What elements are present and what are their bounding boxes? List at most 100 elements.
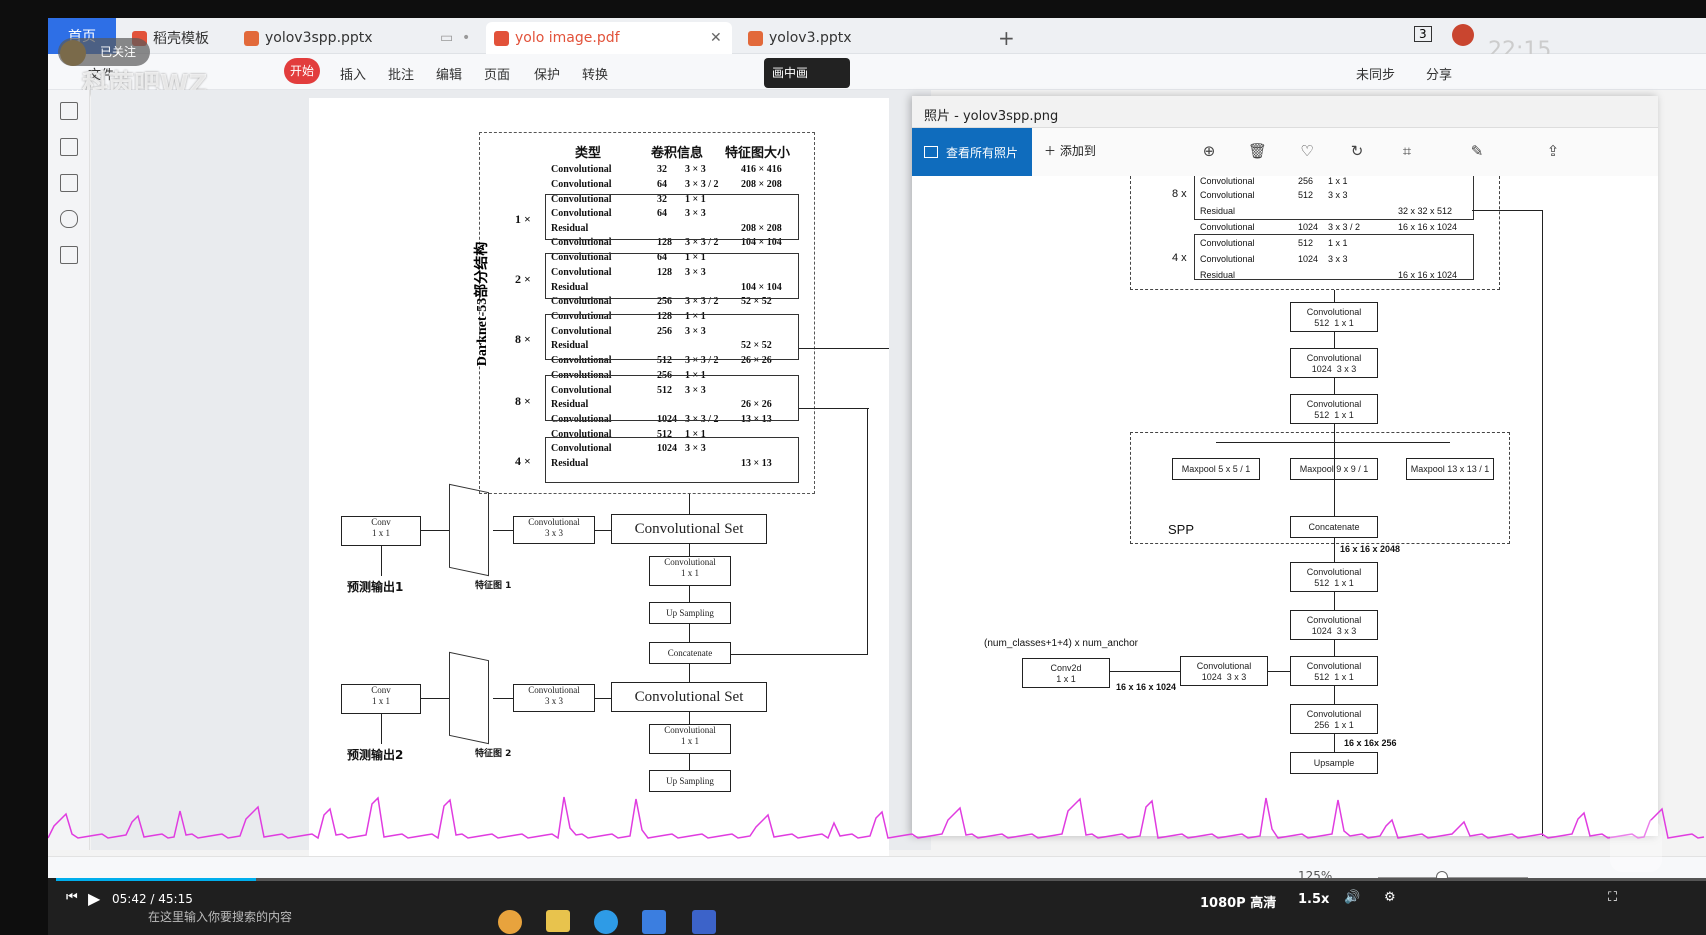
connector — [689, 544, 690, 556]
close-tab-icon[interactable]: ✕ — [710, 30, 722, 46]
route-line — [1472, 210, 1542, 211]
spp-c1: Convolutional 512 1 x 1 — [1290, 302, 1378, 332]
spp-group-box — [1194, 176, 1474, 220]
convset-1: Convolutional Set — [611, 514, 767, 544]
photo-icon — [924, 146, 938, 158]
connector — [381, 714, 382, 744]
connector — [493, 530, 513, 531]
connector — [1334, 332, 1335, 348]
pdf-icon — [494, 30, 509, 46]
dim-2048: 16 x 16 x 2048 — [1340, 544, 1401, 554]
add-to-button[interactable]: ＋ 添加到 — [1044, 142, 1096, 159]
darknet-cell: 208 × 208 — [741, 178, 782, 190]
taskbar-search[interactable]: 在这里输入你要搜索的内容 — [148, 908, 292, 925]
bilibili-icon[interactable] — [1610, 820, 1662, 872]
delete-icon[interactable]: 🗑 — [1248, 142, 1267, 160]
connector — [595, 530, 611, 531]
convout-2: Conv 1 x 1 — [341, 684, 421, 714]
darknet-row: Convolutional 64 3 × 3 / 2 208 × 208 — [545, 179, 797, 193]
feat-1: 特征图 1 — [475, 581, 512, 591]
chrome-icon[interactable] — [498, 910, 522, 934]
tab-yolov3spp[interactable]: yolov3spp.pptx ▭ • — [244, 22, 480, 54]
spp-cell: 1024 — [1298, 222, 1319, 232]
photos-app-icon[interactable] — [642, 910, 666, 934]
photos-toolbar: 查看所有照片 ＋ 添加到 ⊕ 🗑 ♡ ↻ ⌗ ✎ ⇪ — [912, 128, 1658, 176]
user-avatar-icon[interactable] — [1452, 24, 1474, 46]
residual-group-box — [545, 314, 799, 360]
route-line — [799, 408, 869, 409]
toolbar: 文件 开始 插入 批注 编辑 页面 保护 转换 未同步 分享 画中画 科芮吧WZ — [48, 54, 1706, 100]
menu-page[interactable]: 页面 — [484, 64, 510, 83]
attachment-icon[interactable] — [60, 210, 78, 228]
conv11-1: Convolutional 1 x 1 — [649, 556, 731, 586]
dot-icon: • — [462, 30, 471, 46]
sync-status[interactable]: 未同步 — [1356, 64, 1395, 83]
connector — [1110, 671, 1180, 672]
crop-icon[interactable]: ⌗ — [1398, 142, 1416, 160]
bookmark-icon[interactable] — [60, 102, 78, 120]
mult-1: 1 × — [515, 212, 531, 226]
connector — [1334, 424, 1335, 516]
volume-icon[interactable]: 🔊 — [1344, 890, 1360, 905]
quality-button[interactable]: 1080P 高清 — [1200, 892, 1276, 911]
menu-annotate[interactable]: 批注 — [388, 64, 414, 83]
spp-cell: 16 x 16 x 1024 — [1398, 222, 1458, 232]
settings-icon[interactable]: ⚙ — [1384, 890, 1396, 905]
view-all-photos-button[interactable]: 查看所有照片 — [912, 128, 1032, 176]
image-icon[interactable] — [60, 138, 78, 156]
mult-4: 8 × — [515, 394, 531, 408]
spp-cell: 3 x 3 / 2 — [1328, 222, 1361, 232]
folder-icon[interactable] — [546, 910, 570, 932]
spp-group-box — [1194, 234, 1474, 280]
spp-label: SPP — [1168, 522, 1195, 537]
tab-yolo-image[interactable]: yolo image.pdf ✕ — [486, 22, 732, 54]
wps-icon[interactable] — [692, 910, 716, 934]
left-sidebar — [48, 90, 90, 850]
convset-2: Convolutional Set — [611, 682, 767, 712]
fullscreen-icon[interactable]: ⛶ — [1608, 890, 1617, 905]
darknet-side-title: Darknet-53部分结构 — [475, 241, 491, 367]
residual-group-box — [545, 194, 799, 240]
heart-icon[interactable]: ♡ — [1298, 142, 1316, 160]
edge-icon[interactable] — [594, 910, 618, 934]
rotate-icon[interactable]: ↻ — [1348, 142, 1366, 160]
share-button[interactable]: 分享 — [1426, 64, 1452, 83]
monitor-icon: ▭ — [440, 30, 454, 46]
feature-map-2-block — [449, 651, 489, 745]
connector — [689, 712, 690, 724]
darknet-cell: 3 × 3 — [685, 164, 706, 175]
connector — [689, 664, 690, 682]
menu-protect[interactable]: 保护 — [534, 64, 560, 83]
edit-icon[interactable]: ✎ — [1468, 142, 1486, 160]
pred-1: 预测输出1 — [347, 580, 404, 594]
connector — [1268, 671, 1290, 672]
prev-icon[interactable]: ⏮ — [66, 890, 78, 905]
spp-concat: Concatenate — [1290, 516, 1378, 538]
signature-icon[interactable] — [60, 246, 78, 264]
connector — [1334, 538, 1335, 562]
progress-fill — [56, 878, 256, 881]
route-line — [867, 408, 868, 654]
photo-canvas: Convolutional 256 1 x 1 Convolutional 512 3 x… — [912, 176, 1658, 836]
comment-icon[interactable] — [60, 174, 78, 192]
menu-insert[interactable]: 插入 — [340, 64, 366, 83]
tab-docer-label: 稻壳模板 — [153, 31, 209, 47]
play-icon[interactable]: ▶ — [88, 889, 100, 908]
progress-bar[interactable] — [56, 878, 1706, 881]
speed-button[interactable]: 1.5x — [1298, 892, 1329, 907]
connector — [689, 586, 690, 602]
menu-convert[interactable]: 转换 — [582, 64, 608, 83]
new-tab-button[interactable]: + — [998, 22, 1015, 54]
start-button[interactable]: 开始 — [284, 58, 320, 84]
uploader-avatar — [60, 40, 86, 66]
tab-yolov3[interactable]: yolov3.pptx — [748, 22, 978, 54]
pip-button[interactable]: 画中画 — [764, 58, 850, 88]
connector — [689, 624, 690, 642]
residual-group-box — [545, 437, 799, 483]
photos-window: 照片 - yolov3spp.png 查看所有照片 ＋ 添加到 ⊕ 🗑 ♡ ↻ … — [912, 96, 1658, 836]
tab-yolo-image-label: yolo image.pdf — [515, 30, 620, 46]
menu-edit[interactable]: 编辑 — [436, 64, 462, 83]
share-icon[interactable]: ⇪ — [1544, 142, 1562, 160]
spp-cell: Convolutional — [1200, 222, 1255, 232]
zoom-in-icon[interactable]: ⊕ — [1200, 142, 1218, 160]
